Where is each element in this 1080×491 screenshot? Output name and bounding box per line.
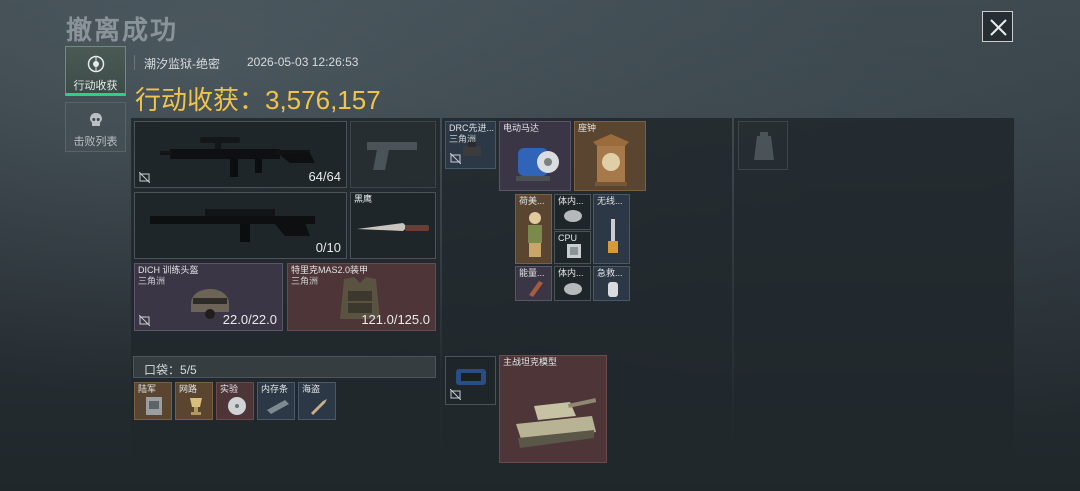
backpack-item-name: 体内... bbox=[558, 196, 584, 206]
pocket-item-name: 陆军 bbox=[138, 384, 157, 394]
first-aid-spray-icon bbox=[608, 282, 618, 297]
melee-name: 黑鹰 bbox=[354, 194, 373, 204]
close-icon bbox=[990, 19, 1007, 36]
pocket-label: 口袋： bbox=[144, 363, 181, 377]
backpack-item[interactable]: 无线... bbox=[593, 194, 630, 264]
trophy-cup-icon bbox=[190, 398, 202, 415]
pocket-header: 口袋：5/5 bbox=[133, 356, 436, 378]
pistol-slot[interactable] bbox=[350, 121, 436, 188]
figurine-icon bbox=[528, 212, 542, 257]
pill-icon bbox=[564, 283, 582, 295]
device-icon bbox=[456, 369, 486, 385]
backpack-item[interactable]: 体内... bbox=[554, 194, 591, 230]
close-button[interactable] bbox=[982, 11, 1013, 42]
not-for-sale-icon bbox=[450, 389, 461, 400]
wireless-tool-icon bbox=[608, 219, 618, 253]
not-for-sale-icon bbox=[139, 172, 150, 183]
tab-kill-list-label: 击败列表 bbox=[73, 136, 118, 148]
stash-panel bbox=[734, 118, 1014, 470]
backpack-item-name: 电动马达 bbox=[503, 123, 540, 133]
pocket-count: 5/5 bbox=[180, 363, 197, 377]
not-for-sale-icon bbox=[450, 153, 461, 164]
backpack-item-name: 主战坦克模型 bbox=[503, 357, 558, 367]
assault-rifle-icon bbox=[160, 137, 315, 177]
tank-model-icon bbox=[516, 398, 597, 448]
tab-kill-list[interactable]: 击败列表 bbox=[65, 102, 126, 152]
mantel-clock-icon bbox=[593, 134, 629, 186]
divider bbox=[134, 55, 135, 70]
cabinet-icon bbox=[146, 397, 162, 415]
scope-icon bbox=[463, 142, 481, 156]
tab-operation-gains[interactable]: 行动收获 bbox=[65, 46, 126, 96]
rifle-icon bbox=[150, 209, 315, 242]
backpack-item-name: 无线... bbox=[597, 196, 623, 206]
backpack-item[interactable] bbox=[445, 356, 496, 405]
total-gains: 行动收获：3,576,157 bbox=[135, 85, 381, 115]
not-for-sale-icon bbox=[139, 315, 150, 326]
memory-stick-icon bbox=[267, 400, 289, 414]
pocket-item-name: 实验 bbox=[220, 384, 239, 394]
backpack-item[interactable]: 荷美... bbox=[515, 194, 552, 264]
pill-icon bbox=[564, 210, 582, 222]
backpack-item[interactable]: CPU bbox=[554, 231, 591, 264]
disc-icon bbox=[228, 397, 246, 415]
backpack-item-name: 能量... bbox=[519, 268, 545, 278]
helmet-source: 三角洲 bbox=[138, 276, 166, 286]
armor-durability: 121.0/125.0 bbox=[361, 312, 430, 327]
backpack-container-slot[interactable] bbox=[738, 121, 788, 170]
pocket-item[interactable]: 实验 bbox=[216, 382, 254, 420]
electric-motor-icon bbox=[516, 148, 559, 181]
cpu-chip-icon bbox=[567, 244, 581, 258]
backpack-item[interactable]: 体内... bbox=[554, 266, 591, 301]
backpack-icon bbox=[754, 132, 774, 160]
pocket-item-name: 海盗 bbox=[302, 384, 321, 394]
knife-icon bbox=[357, 223, 429, 231]
backpack-item-name: 荷美... bbox=[519, 196, 545, 206]
helmet-slot[interactable]: DICH 训练头盔 三角洲 22.0/22.0 bbox=[134, 263, 283, 331]
pocket-item[interactable]: 网路 bbox=[175, 382, 213, 420]
armor-source: 三角洲 bbox=[291, 276, 319, 286]
backpack-item[interactable]: 电动马达 bbox=[499, 121, 571, 191]
backpack-item[interactable]: 能量... bbox=[515, 266, 552, 301]
pistol-icon bbox=[367, 142, 417, 170]
target-icon bbox=[87, 55, 104, 73]
map-name: 潮汐监狱-绝密 bbox=[144, 57, 220, 71]
backpack-item[interactable]: DRC先进... 三角洲 bbox=[445, 121, 496, 169]
raid-timestamp: 2026-05-03 12:26:53 bbox=[247, 55, 359, 69]
secondary-ammo: 0/10 bbox=[315, 240, 341, 255]
backpack-item[interactable]: 座钟 bbox=[574, 121, 646, 191]
backpack-item-name: 体内... bbox=[558, 268, 584, 278]
pocket-item[interactable]: 陆军 bbox=[134, 382, 172, 420]
backpack-item-name: 急救... bbox=[597, 268, 623, 278]
melee-slot[interactable]: 黑鹰 bbox=[350, 192, 436, 259]
page-title: 撤离成功 bbox=[66, 15, 179, 45]
dagger-icon bbox=[311, 399, 327, 415]
backpack-item[interactable]: 主战坦克模型 bbox=[499, 355, 607, 463]
armor-slot[interactable]: 特里克MAS2.0装甲 三角洲 121.0/125.0 bbox=[287, 263, 436, 331]
pocket-item[interactable]: 内存条 bbox=[257, 382, 295, 420]
backpack-item-name: DRC先进... bbox=[449, 123, 495, 133]
primary-weapon-slot[interactable]: 64/64 bbox=[134, 121, 347, 188]
tab-operation-gains-label: 行动收获 bbox=[73, 80, 118, 92]
pocket-item[interactable]: 海盗 bbox=[298, 382, 336, 420]
pocket-item-name: 网路 bbox=[179, 384, 198, 394]
pocket-item-name: 内存条 bbox=[261, 384, 289, 394]
skull-icon bbox=[89, 113, 102, 126]
backpack-item[interactable]: 急救... bbox=[593, 266, 630, 301]
helmet-durability: 22.0/22.0 bbox=[222, 312, 277, 327]
secondary-weapon-slot[interactable]: 0/10 bbox=[134, 192, 347, 259]
primary-ammo: 64/64 bbox=[308, 169, 341, 184]
energy-bar-icon bbox=[529, 281, 543, 297]
